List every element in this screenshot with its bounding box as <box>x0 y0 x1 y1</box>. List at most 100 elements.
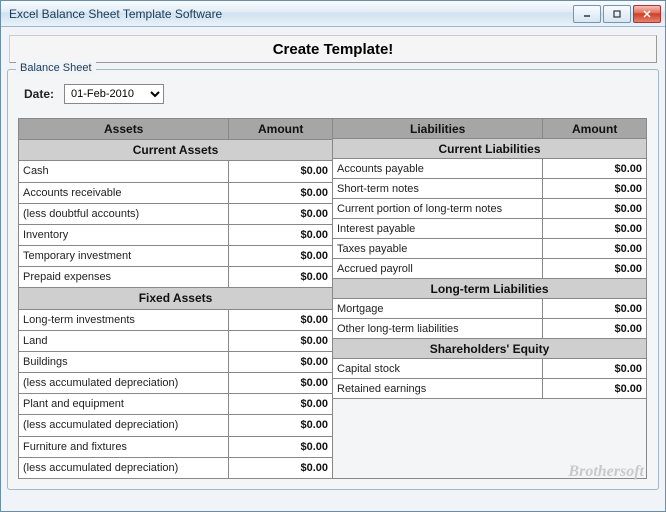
line-item-amount: $0.00 <box>229 373 333 394</box>
table-row: Current portion of long-term notes$0.00 <box>333 199 647 219</box>
table-header-row: Liabilities Amount <box>333 119 647 139</box>
minimize-button[interactable] <box>573 5 601 23</box>
line-item-label: Inventory <box>19 224 229 245</box>
shareholders-equity-header: Shareholders' Equity <box>333 339 647 359</box>
assets-header: Assets <box>19 119 229 140</box>
balance-sheet-table: Assets Amount Current Assets Cash$0.00 A… <box>18 118 648 479</box>
blank-cell <box>333 399 647 479</box>
line-item-label: Short-term notes <box>333 179 543 199</box>
line-item-label: Temporary investment <box>19 246 229 267</box>
fixed-assets-header: Fixed Assets <box>19 288 333 309</box>
create-row: Create Template! <box>7 33 659 65</box>
line-item-label: Cash <box>19 161 229 182</box>
line-item-amount: $0.00 <box>229 267 333 288</box>
balance-sheet-fieldset: Balance Sheet Date: 01-Feb-2010 Assets A… <box>7 69 659 490</box>
close-button[interactable] <box>633 5 661 23</box>
line-item-amount: $0.00 <box>543 199 647 219</box>
content-area: Create Template! Balance Sheet Date: 01-… <box>1 27 665 496</box>
line-item-label: Accounts receivable <box>19 182 229 203</box>
table-row: Short-term notes$0.00 <box>333 179 647 199</box>
section-row: Long-term Liabilities <box>333 279 647 299</box>
line-item-amount: $0.00 <box>229 351 333 372</box>
line-item-label: Prepaid expenses <box>19 267 229 288</box>
maximize-button[interactable] <box>603 5 631 23</box>
line-item-amount: $0.00 <box>543 299 647 319</box>
line-item-label: Accounts payable <box>333 159 543 179</box>
table-header-row: Assets Amount <box>19 119 333 140</box>
section-row: Current Liabilities <box>333 139 647 159</box>
line-item-label: (less accumulated depreciation) <box>19 415 229 436</box>
line-item-label: (less accumulated depreciation) <box>19 457 229 478</box>
table-row: Mortgage$0.00 <box>333 299 647 319</box>
line-item-amount: $0.00 <box>229 436 333 457</box>
table-row: Cash$0.00 <box>19 161 333 182</box>
date-label: Date: <box>24 87 54 101</box>
close-icon <box>642 9 652 19</box>
table-row: (less doubtful accounts)$0.00 <box>19 203 333 224</box>
blank-row <box>333 399 647 479</box>
line-item-label: Land <box>19 330 229 351</box>
section-row: Current Assets <box>19 140 333 161</box>
table-row: (less accumulated depreciation)$0.00 <box>19 457 333 478</box>
table-row: Long-term investments$0.00 <box>19 309 333 330</box>
amount-header: Amount <box>543 119 647 139</box>
table-row: Buildings$0.00 <box>19 351 333 372</box>
line-item-label: Capital stock <box>333 359 543 379</box>
liabilities-column: Liabilities Amount Current Liabilities A… <box>332 118 647 479</box>
table-row: Retained earnings$0.00 <box>333 379 647 399</box>
table-row: Other long-term liabilities$0.00 <box>333 319 647 339</box>
line-item-label: Buildings <box>19 351 229 372</box>
line-item-label: Plant and equipment <box>19 394 229 415</box>
line-item-amount: $0.00 <box>543 379 647 399</box>
line-item-label: (less accumulated depreciation) <box>19 373 229 394</box>
date-row: Date: 01-Feb-2010 <box>24 84 648 104</box>
table-row: Accounts payable$0.00 <box>333 159 647 179</box>
table-row: Inventory$0.00 <box>19 224 333 245</box>
table-row: Furniture and fixtures$0.00 <box>19 436 333 457</box>
app-window: Excel Balance Sheet Template Software Cr… <box>0 0 666 512</box>
line-item-amount: $0.00 <box>229 457 333 478</box>
line-item-amount: $0.00 <box>229 330 333 351</box>
section-row: Fixed Assets <box>19 288 333 309</box>
line-item-label: Retained earnings <box>333 379 543 399</box>
table-row: Plant and equipment$0.00 <box>19 394 333 415</box>
fieldset-legend: Balance Sheet <box>16 62 96 74</box>
line-item-amount: $0.00 <box>229 246 333 267</box>
line-item-label: Long-term investments <box>19 309 229 330</box>
maximize-icon <box>612 9 622 19</box>
window-controls <box>573 5 661 23</box>
titlebar[interactable]: Excel Balance Sheet Template Software <box>1 1 665 27</box>
assets-column: Assets Amount Current Assets Cash$0.00 A… <box>18 118 333 479</box>
line-item-label: Other long-term liabilities <box>333 319 543 339</box>
line-item-amount: $0.00 <box>543 159 647 179</box>
table-row: Temporary investment$0.00 <box>19 246 333 267</box>
current-liabilities-header: Current Liabilities <box>333 139 647 159</box>
line-item-amount: $0.00 <box>543 239 647 259</box>
line-item-amount: $0.00 <box>229 415 333 436</box>
line-item-amount: $0.00 <box>229 182 333 203</box>
create-template-button[interactable]: Create Template! <box>9 35 657 63</box>
minimize-icon <box>582 9 592 19</box>
line-item-amount: $0.00 <box>229 309 333 330</box>
line-item-label: Current portion of long-term notes <box>333 199 543 219</box>
date-select[interactable]: 01-Feb-2010 <box>64 84 164 104</box>
current-assets-header: Current Assets <box>19 140 333 161</box>
table-row: (less accumulated depreciation)$0.00 <box>19 415 333 436</box>
table-row: Accrued payroll$0.00 <box>333 259 647 279</box>
liabilities-header: Liabilities <box>333 119 543 139</box>
line-item-amount: $0.00 <box>543 319 647 339</box>
table-row: Accounts receivable$0.00 <box>19 182 333 203</box>
window-title: Excel Balance Sheet Template Software <box>9 7 573 21</box>
table-row: Prepaid expenses$0.00 <box>19 267 333 288</box>
line-item-amount: $0.00 <box>543 359 647 379</box>
table-row: Interest payable$0.00 <box>333 219 647 239</box>
long-term-liabilities-header: Long-term Liabilities <box>333 279 647 299</box>
amount-header: Amount <box>229 119 333 140</box>
table-row: (less accumulated depreciation)$0.00 <box>19 373 333 394</box>
table-row: Land$0.00 <box>19 330 333 351</box>
line-item-amount: $0.00 <box>543 219 647 239</box>
line-item-amount: $0.00 <box>543 259 647 279</box>
line-item-amount: $0.00 <box>229 224 333 245</box>
line-item-label: Accrued payroll <box>333 259 543 279</box>
line-item-amount: $0.00 <box>229 161 333 182</box>
